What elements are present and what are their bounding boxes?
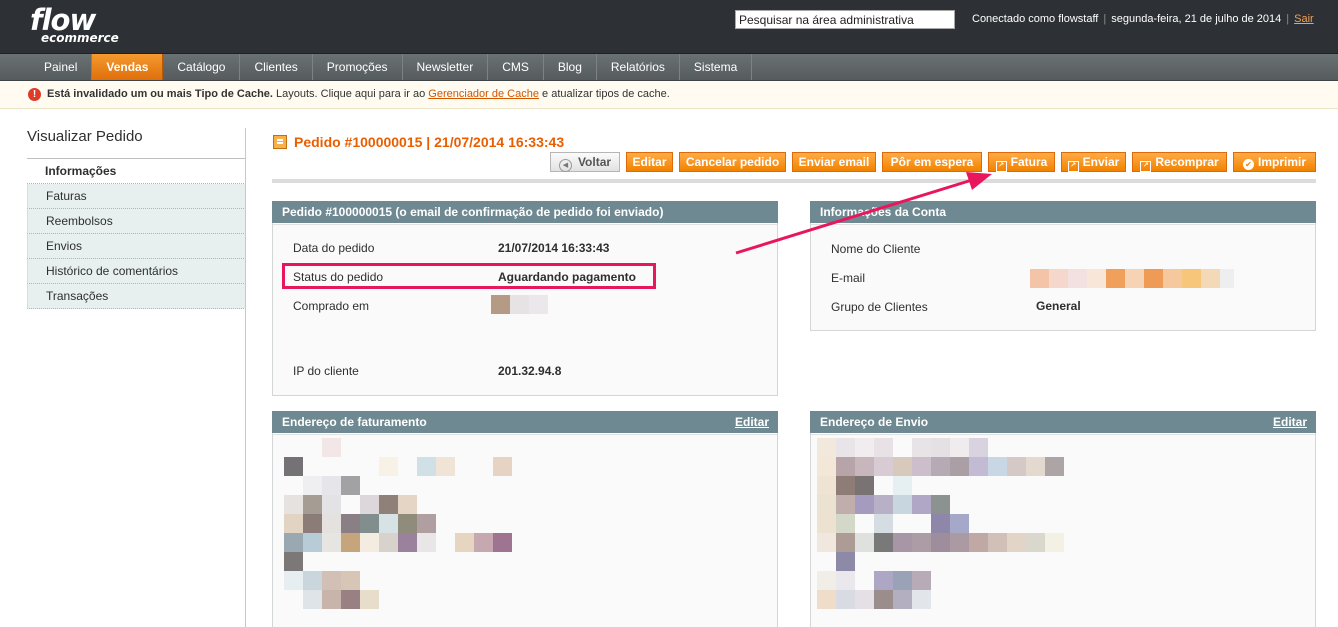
print-button[interactable]: ✔ Imprimir xyxy=(1233,152,1316,172)
ship-button[interactable]: ↗ Enviar xyxy=(1061,152,1126,172)
sidebar-tab-informacoes[interactable]: Informações xyxy=(27,159,246,184)
invoice-button[interactable]: ↗ Fatura xyxy=(988,152,1055,172)
cancel-order-button-label: Cancelar pedido xyxy=(685,155,780,169)
shipping-box-title: Endereço de Envio xyxy=(820,415,929,429)
page-title: Pedido #100000015 | 21/07/2014 16:33:43 xyxy=(294,134,565,150)
nav-item-painel[interactable]: Painel xyxy=(30,54,93,80)
order-box-title: Pedido #100000015 (o email de confirmaçã… xyxy=(272,201,778,223)
nav-item-vendas[interactable]: Vendas xyxy=(92,54,164,80)
account-box-title: Informações da Conta xyxy=(810,201,1316,223)
notice-text-2: e atualizar tipos de cache. xyxy=(538,88,670,100)
nav-item-sistema[interactable]: Sistema xyxy=(680,54,753,80)
sidebar-tab-transacoes[interactable]: Transações xyxy=(27,284,246,309)
email-label: E-mail xyxy=(831,271,866,285)
ship-icon: ↗ xyxy=(1067,161,1079,172)
billing-box-header: Endereço de faturamento Editar xyxy=(272,411,778,433)
logo[interactable]: flow ecommerce xyxy=(30,6,119,45)
sidebar-tab-envios[interactable]: Envios xyxy=(27,234,246,259)
nav-item-cms[interactable]: CMS xyxy=(488,54,544,80)
send-email-button-label: Enviar email xyxy=(798,155,870,169)
reorder-button-label: Recomprar xyxy=(1155,155,1219,169)
sidebar-tab-reembolsos[interactable]: Reembolsos xyxy=(27,209,246,234)
separator: | xyxy=(1286,13,1290,25)
nav-item-catalogo[interactable]: Catálogo xyxy=(163,54,241,80)
sidebar-tab-faturas[interactable]: Faturas xyxy=(27,184,246,209)
hold-button-label: Pôr em espera xyxy=(890,155,974,169)
cache-manager-link[interactable]: Gerenciador de Cache xyxy=(428,88,539,100)
billing-box-title: Endereço de faturamento xyxy=(282,415,427,429)
invoice-icon: ↗ xyxy=(995,161,1007,172)
print-button-label: Imprimir xyxy=(1257,155,1306,169)
send-email-button[interactable]: Enviar email xyxy=(792,152,876,172)
customer-name-label: Nome do Cliente xyxy=(831,242,921,256)
order-date-label: Data do pedido xyxy=(293,241,375,255)
notice-message: Está invalidado um ou mais Tipo de Cache… xyxy=(47,81,670,108)
back-button-label: Voltar xyxy=(577,155,612,169)
reorder-button[interactable]: ↗ Recomprar xyxy=(1132,152,1227,172)
cache-notice: ! Está invalidado um ou mais Tipo de Cac… xyxy=(0,81,1338,109)
edit-button-label: Editar xyxy=(632,155,667,169)
notice-text-1: Layouts. Clique aqui para ir ao xyxy=(272,88,429,100)
invoice-button-label: Fatura xyxy=(1010,155,1048,169)
nav-item-clientes[interactable]: Clientes xyxy=(240,54,313,80)
admin-search-input[interactable] xyxy=(735,10,955,29)
notice-bold: Está invalidado um ou mais Tipo de Cache… xyxy=(47,88,273,100)
order-icon xyxy=(273,135,287,149)
back-arrow-icon: ◀ xyxy=(558,159,572,172)
logged-in-text: Conectado como flowstaff xyxy=(972,13,1099,25)
sidebar-title: Visualizar Pedido xyxy=(27,128,246,159)
nav-item-newsletter[interactable]: Newsletter xyxy=(403,54,489,80)
back-button[interactable]: ◀ Voltar xyxy=(550,152,620,172)
separator: | xyxy=(1103,13,1107,25)
main-nav: Painel Vendas Catálogo Clientes Promoçõe… xyxy=(0,54,1338,81)
nav-item-relatorios[interactable]: Relatórios xyxy=(597,54,680,80)
header-info: Conectado como flowstaff | segunda-feira, … xyxy=(972,13,1314,25)
billing-edit-link[interactable]: Editar xyxy=(735,411,769,433)
ship-button-label: Enviar xyxy=(1082,155,1120,169)
customer-group-label: Grupo de Clientes xyxy=(831,300,928,314)
order-date-value: 21/07/2014 16:33:43 xyxy=(498,241,610,255)
reorder-icon: ↗ xyxy=(1140,161,1152,172)
logout-link[interactable]: Sair xyxy=(1294,13,1314,25)
title-divider xyxy=(272,179,1316,183)
logo-sub-text: ecommerce xyxy=(41,31,119,45)
edit-button[interactable]: Editar xyxy=(626,152,673,172)
sidebar-divider xyxy=(245,128,246,627)
admin-header: flow ecommerce Conectado como flowstaff |… xyxy=(0,0,1338,54)
client-ip-label: IP do cliente xyxy=(293,364,359,378)
print-icon: ✔ xyxy=(1242,159,1254,170)
shipping-box-header: Endereço de Envio Editar xyxy=(810,411,1316,433)
warning-icon: ! xyxy=(28,88,41,101)
customer-group-value: General xyxy=(1036,299,1081,313)
sidebar-tab-historico[interactable]: Histórico de comentários xyxy=(27,259,246,284)
client-ip-value: 201.32.94.8 xyxy=(498,364,562,378)
sidebar-tabs: Informações Faturas Reembolsos Envios Hi… xyxy=(27,159,246,309)
cancel-order-button[interactable]: Cancelar pedido xyxy=(679,152,786,172)
shipping-edit-link[interactable]: Editar xyxy=(1273,411,1307,433)
hold-button[interactable]: Pôr em espera xyxy=(882,152,982,172)
current-date: segunda-feira, 21 de julho de 2014 xyxy=(1111,13,1282,25)
status-highlight xyxy=(282,263,656,289)
nav-item-blog[interactable]: Blog xyxy=(544,54,597,80)
purchased-in-label: Comprado em xyxy=(293,299,370,313)
nav-item-promocoes[interactable]: Promoções xyxy=(313,54,403,80)
